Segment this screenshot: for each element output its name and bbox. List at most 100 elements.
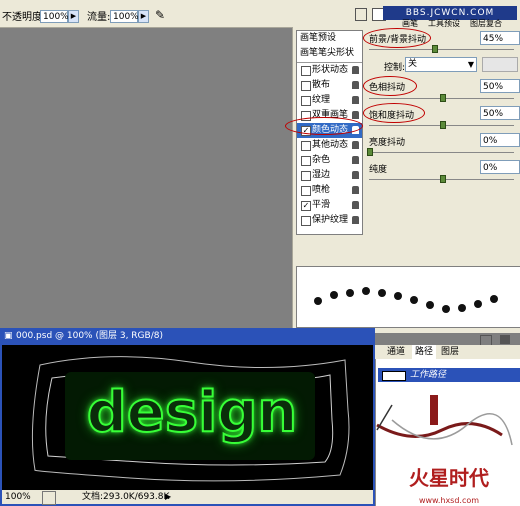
fg-bg-jitter-slider[interactable] (369, 49, 514, 50)
brightness-jitter-label: 亮度抖动 (369, 138, 406, 148)
purity-label: 纯度 (369, 165, 388, 175)
preview-dot (458, 304, 466, 312)
trash-icon[interactable] (500, 335, 510, 344)
lock-icon (352, 111, 359, 119)
item-label: 其他动态 (312, 140, 349, 150)
airbrush-icon[interactable]: ✎ (155, 8, 171, 22)
annotation-oval (285, 117, 363, 135)
lock-icon (352, 201, 359, 209)
fg-bg-jitter-knob[interactable] (432, 45, 438, 53)
flow-arrow-button[interactable]: ▶ (138, 10, 149, 23)
opacity-field[interactable]: 100% (40, 10, 69, 23)
control-select-value: 关 (408, 59, 418, 69)
brush-presets-item[interactable]: 画笔预设 (297, 31, 365, 46)
item-label: 杂色 (312, 155, 331, 165)
purity-knob[interactable] (440, 175, 446, 183)
checkbox[interactable] (301, 96, 311, 106)
work-path-label: 工作路径 (410, 370, 447, 380)
lock-icon (352, 96, 359, 104)
brightness-jitter-field[interactable]: 0% (480, 133, 520, 147)
item-shape-dynamics[interactable]: 形状动态 (297, 63, 362, 78)
tab-paths[interactable]: 路径 (412, 345, 437, 359)
path-thumbnail-icon (382, 371, 406, 381)
preview-dot (314, 297, 322, 305)
item-label: 形状动态 (312, 65, 349, 75)
checkbox[interactable] (301, 186, 311, 196)
lock-icon (352, 81, 359, 89)
document-icon[interactable] (355, 8, 367, 21)
flow-field[interactable]: 100% (110, 10, 139, 23)
control-select[interactable]: 关 ▼ (405, 57, 477, 72)
item-airbrush[interactable]: 喷枪 (297, 183, 362, 198)
lock-icon (352, 186, 359, 194)
fg-bg-jitter-label: 前景/背景抖动 (369, 35, 427, 45)
lock-icon (352, 66, 359, 74)
lock-icon (352, 156, 359, 164)
preview-dot (394, 292, 402, 300)
lock-icon (352, 171, 359, 179)
checkbox[interactable] (301, 81, 311, 91)
saturation-jitter-field[interactable]: 50% (480, 106, 520, 120)
checkbox[interactable] (301, 216, 311, 226)
hue-jitter-knob[interactable] (440, 94, 446, 102)
preview-dot (410, 296, 418, 304)
document-titlebar[interactable]: ▣ 000.psd @ 100% (图层 3, RGB/8) (0, 328, 375, 345)
item-label: 保护纹理 (312, 215, 349, 225)
preview-dot (378, 289, 386, 297)
item-scattering[interactable]: 散布 (297, 78, 362, 93)
control-extra-field (482, 57, 518, 72)
status-icon[interactable] (42, 491, 56, 505)
checkbox[interactable] (301, 156, 311, 166)
lock-icon (352, 141, 359, 149)
item-label: 散布 (312, 80, 331, 90)
item-smoothing[interactable]: ✓ 平滑 (297, 198, 362, 213)
preview-dot (426, 301, 434, 309)
status-arrow-icon[interactable]: ▶ (165, 490, 171, 504)
item-other-dynamics[interactable]: 其他动态 (297, 138, 362, 153)
watermark-logo: 火星时代 (409, 466, 489, 490)
preview-dot (330, 291, 338, 299)
ps-icon: ▣ (4, 331, 13, 341)
brush-stroke-preview (296, 266, 520, 328)
opacity-arrow-button[interactable]: ▶ (68, 10, 79, 23)
item-label: 纹理 (312, 95, 331, 105)
doc-size: 文档:293.0K/693.8K (82, 492, 170, 502)
chevron-down-icon: ▼ (467, 60, 474, 69)
pen-tool-illustration (376, 395, 513, 446)
flow-label: 流量: (87, 12, 111, 23)
purity-field[interactable]: 0% (480, 160, 520, 174)
preview-dot (442, 305, 450, 313)
tab-layers[interactable]: 图层 (441, 345, 459, 359)
brightness-jitter-knob[interactable] (367, 148, 373, 156)
checkbox[interactable] (301, 141, 311, 151)
item-wet-edges[interactable]: 湿边 (297, 168, 362, 183)
item-texture[interactable]: 纹理 (297, 93, 362, 108)
item-label: 平滑 (312, 200, 331, 210)
item-noise[interactable]: 杂色 (297, 153, 362, 168)
brush-tip-shape-item[interactable]: 画笔笔尖形状 (297, 46, 365, 61)
watermark-url: www.hxsd.com (418, 496, 480, 505)
hue-jitter-label: 色相抖动 (369, 83, 406, 93)
zoom-level[interactable]: 100% (5, 490, 31, 504)
item-label: 喷枪 (312, 185, 331, 195)
workspace-background (0, 28, 292, 328)
preview-dot (490, 295, 498, 303)
work-path-row[interactable]: 工作路径 (378, 368, 520, 382)
item-label: 湿边 (312, 170, 331, 180)
checkbox-checked[interactable]: ✓ (301, 201, 311, 211)
preview-dot (474, 300, 482, 308)
preview-dot (362, 287, 370, 295)
saturation-jitter-label: 饱和度抖动 (369, 111, 415, 121)
checkbox[interactable] (301, 171, 311, 181)
saturation-jitter-knob[interactable] (440, 121, 446, 129)
tab-channels[interactable]: 通道 (387, 345, 405, 359)
preview-dot (346, 289, 354, 297)
paths-panel-tabs: 通道 路径 图层 (375, 345, 520, 359)
brightness-jitter-slider[interactable] (369, 152, 514, 153)
lock-icon (352, 216, 359, 224)
document-statusbar: 100% 文档:293.0K/693.8K ▶ (2, 490, 373, 505)
hue-jitter-field[interactable]: 50% (480, 79, 520, 93)
fg-bg-jitter-field[interactable]: 45% (480, 31, 520, 45)
item-protect-texture[interactable]: 保护纹理 (297, 213, 362, 228)
checkbox[interactable] (301, 66, 311, 76)
